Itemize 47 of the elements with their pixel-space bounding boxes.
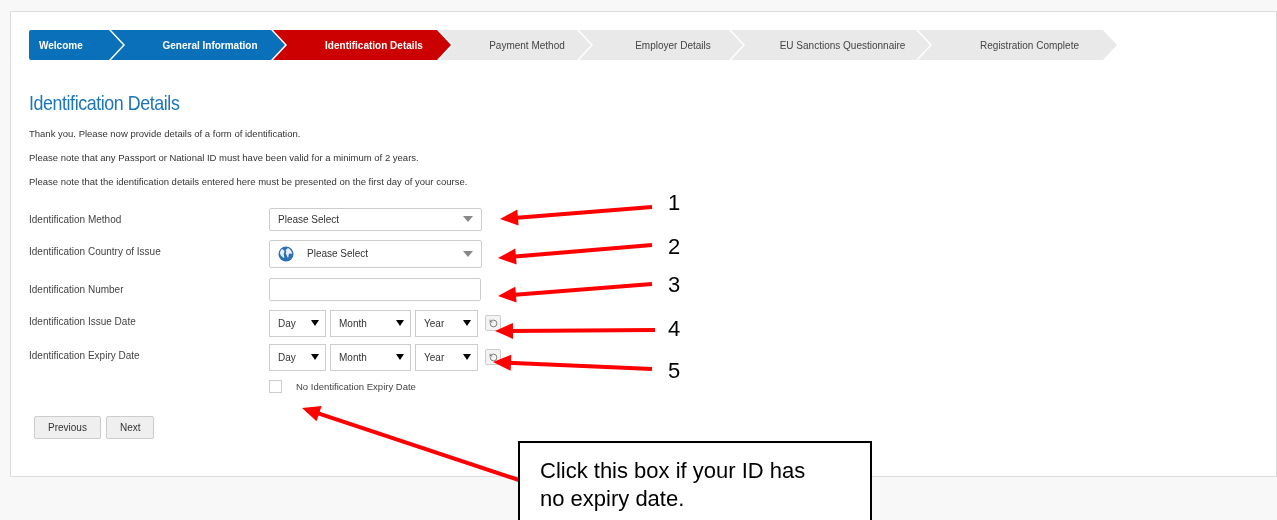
checkbox-label: No Identification Expiry Date — [296, 379, 416, 394]
date-select[interactable]: Day — [269, 343, 326, 371]
checkbox[interactable] — [269, 380, 282, 394]
dropdown-caret-icon — [311, 354, 319, 360]
field-label: Identification Issue Date — [29, 314, 137, 329]
select-field[interactable]: Please Select — [269, 239, 482, 268]
dropdown-caret-icon — [463, 354, 471, 360]
date-select[interactable]: Year — [415, 309, 478, 337]
wizard-step: General Information — [111, 30, 285, 60]
select-field[interactable]: Please Select — [269, 207, 482, 231]
dropdown-caret-icon — [396, 320, 404, 326]
wizard-step: Registration Complete — [918, 30, 1117, 60]
nav-button[interactable]: Next — [105, 415, 155, 439]
callout-box: Click this box if your ID has no expiry date. — [518, 441, 872, 520]
field-label: Identification Expiry Date — [29, 348, 141, 363]
annotation-number: 1 — [668, 190, 681, 216]
reset-icon — [488, 352, 498, 362]
annotation-number: 3 — [668, 272, 681, 298]
field-label: Identification Number — [29, 282, 125, 297]
date-select[interactable]: Month — [330, 309, 411, 337]
intro-text: Please note that any Passport or National ID must have been valid for a minimum of 2 years. — [29, 150, 420, 164]
wizard-step: Identification Details — [273, 30, 451, 60]
dropdown-caret-icon — [463, 320, 471, 326]
dropdown-caret-icon — [463, 216, 473, 222]
wizard-step: Payment Method — [439, 30, 591, 60]
reset-button[interactable] — [485, 315, 501, 331]
intro-text: Please note that the identification details entered here must be presented on the first day of your course. — [29, 174, 469, 188]
globe-icon — [278, 245, 294, 262]
annotation-number: 4 — [668, 316, 681, 342]
field-label: Identification Country of Issue — [29, 244, 162, 259]
intro-text: Thank you. Please now provide details of a form of identification. — [29, 126, 302, 140]
wizard-step: EU Sanctions Questionnaire — [731, 30, 930, 60]
input-field[interactable] — [269, 277, 481, 301]
reset-icon — [488, 318, 498, 328]
date-select[interactable]: Month — [330, 343, 411, 371]
field-label: Identification Method — [29, 212, 123, 227]
annotation-number: 5 — [668, 358, 681, 384]
dropdown-caret-icon — [396, 354, 404, 360]
dropdown-caret-icon — [311, 320, 319, 326]
dropdown-caret-icon — [463, 250, 473, 257]
reset-button[interactable] — [485, 349, 501, 365]
wizard-step: Employer Details — [579, 30, 743, 60]
page-heading: Identification Details — [29, 90, 181, 116]
date-select[interactable]: Year — [415, 343, 478, 371]
nav-button[interactable]: Previous — [34, 415, 101, 439]
annotation-number: 2 — [668, 234, 681, 260]
date-select[interactable]: Day — [269, 309, 326, 337]
